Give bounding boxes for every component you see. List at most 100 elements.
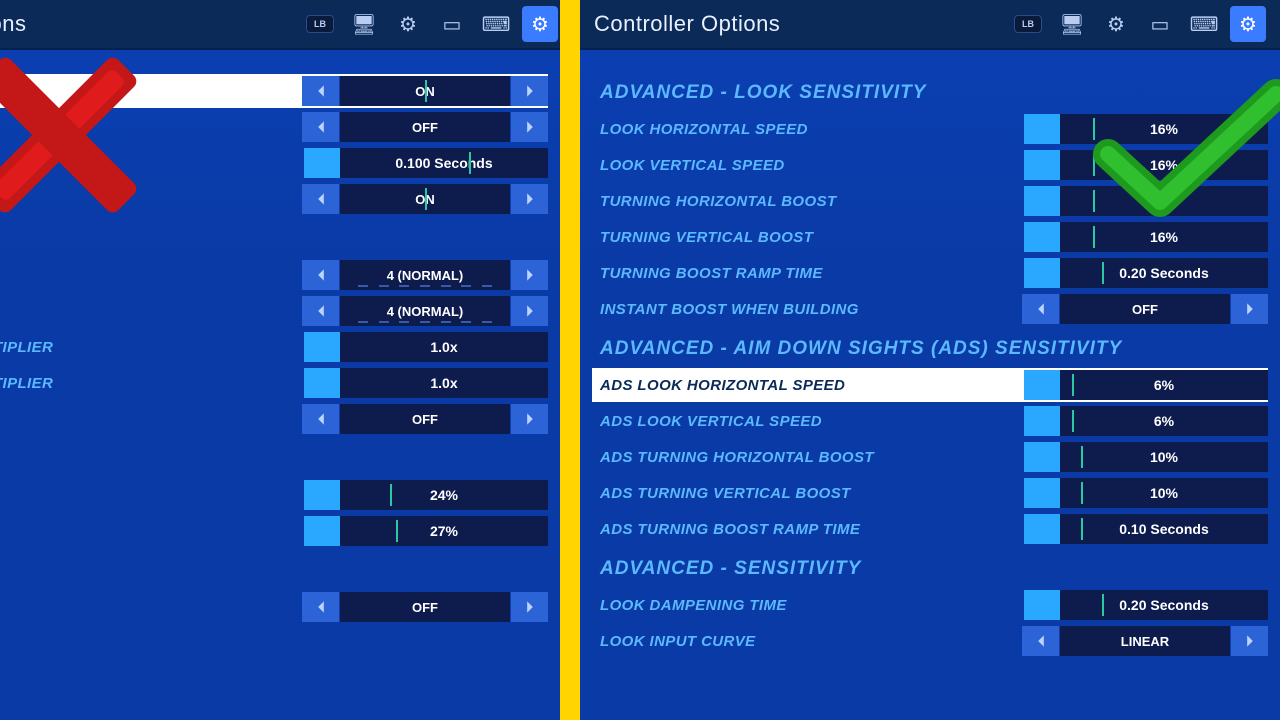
keyboard-icon[interactable]: ⌨ <box>1186 6 1222 42</box>
toggle[interactable]: 4 (NORMAL) <box>302 296 548 326</box>
slider-handle[interactable] <box>304 480 340 510</box>
right-header: Controller Options LB 🖥 ⚙ ▭ ⌨ ⚙ <box>580 0 1280 50</box>
arrow-right-icon[interactable] <box>510 112 548 142</box>
slider-handle[interactable] <box>1024 370 1060 400</box>
window-icon[interactable]: ▭ <box>434 6 470 42</box>
row-instant[interactable]: INSTANT BOOST WHEN BUILDING OFF <box>592 292 1268 326</box>
toggle[interactable]: OFF <box>302 404 548 434</box>
slider[interactable]: 16% <box>1024 222 1268 252</box>
label: LOOK VERTICAL SPEED <box>592 157 1024 174</box>
toggle[interactable]: ON <box>302 184 548 214</box>
display-icon[interactable]: 🖥 <box>1054 6 1090 42</box>
display-icon[interactable]: 🖥 <box>346 6 382 42</box>
label: TURNING VERTICAL BOOST <box>592 229 1024 246</box>
keyboard-icon[interactable]: ⌨ <box>478 6 514 42</box>
gear-icon[interactable]: ⚙ <box>1098 6 1134 42</box>
arrow-left-icon[interactable] <box>302 404 340 434</box>
right-pane: Controller Options LB 🖥 ⚙ ▭ ⌨ ⚙ ADVANCED… <box>580 0 1280 720</box>
arrow-right-icon[interactable] <box>1230 626 1268 656</box>
slider-handle[interactable] <box>1024 406 1060 436</box>
label: TURNING BOOST RAMP TIME <box>592 265 1024 282</box>
slider-handle[interactable] <box>1024 442 1060 472</box>
row-mult2[interactable]: SENSITIVITY MULTIPLIER 1.0x <box>0 366 548 400</box>
slider[interactable]: 0.10 Seconds <box>1024 514 1268 544</box>
value: 6% <box>1154 377 1174 393</box>
arrow-right-icon[interactable] <box>510 404 548 434</box>
slider-handle[interactable] <box>1024 114 1060 144</box>
arrow-right-icon[interactable] <box>510 260 548 290</box>
slider[interactable]: 10% <box>1024 478 1268 508</box>
toggle[interactable]: ON <box>302 76 548 106</box>
wrong-x-icon <box>0 40 154 230</box>
arrow-left-icon[interactable] <box>302 76 340 106</box>
toggle[interactable]: OFF <box>302 592 548 622</box>
value: 4 (NORMAL) <box>387 268 464 283</box>
row-dz1[interactable]: DEADZONE 24% <box>0 478 548 512</box>
arrow-left-icon[interactable] <box>302 592 340 622</box>
slider[interactable]: 24% <box>304 480 548 510</box>
value: 24% <box>430 487 458 503</box>
slider[interactable]: 0.100 Seconds <box>304 148 548 178</box>
slider-handle[interactable] <box>304 368 340 398</box>
slider-handle[interactable] <box>304 516 340 546</box>
row-curve[interactable]: LOOK INPUT CURVE LINEAR <box>592 624 1268 658</box>
slider-handle[interactable] <box>1024 186 1060 216</box>
value: LINEAR <box>1121 634 1169 649</box>
row-dz2[interactable]: DEADZONE 27% <box>0 514 548 548</box>
header-tabs: LB 🖥 ⚙ ▭ ⌨ ⚙ <box>302 6 546 42</box>
row-alh[interactable]: ADS LOOK HORIZONTAL SPEED 6% <box>592 368 1268 402</box>
controller-tab-icon[interactable]: ⚙ <box>522 6 558 42</box>
slider-handle[interactable] <box>304 148 340 178</box>
arrow-left-icon[interactable] <box>302 184 340 214</box>
value: 1.0x <box>430 339 457 355</box>
arrow-right-icon[interactable] <box>510 76 548 106</box>
lb-badge: LB <box>302 6 338 42</box>
slider-handle[interactable] <box>1024 258 1060 288</box>
page-title: Controller Options <box>594 11 1010 37</box>
slider-handle[interactable] <box>1024 590 1060 620</box>
toggle[interactable]: 4 (NORMAL) <box>302 260 548 290</box>
row-atvb[interactable]: ADS TURNING VERTICAL BOOST10% <box>592 476 1268 510</box>
slider-handle[interactable] <box>1024 478 1060 508</box>
slider-handle[interactable] <box>1024 222 1060 252</box>
slider[interactable]: 0.20 Seconds <box>1024 590 1268 620</box>
slider[interactable]: 27% <box>304 516 548 546</box>
arrow-right-icon[interactable] <box>510 184 548 214</box>
row-mult1[interactable]: SENSITIVITY MULTIPLIER 1.0x <box>0 330 548 364</box>
row-damp[interactable]: LOOK DAMPENING TIME0.20 Seconds <box>592 588 1268 622</box>
slider[interactable]: 0.20 Seconds <box>1024 258 1268 288</box>
label: ADS TURNING HORIZONTAL BOOST <box>592 449 1024 466</box>
slider[interactable]: 6% <box>1024 406 1268 436</box>
row-athb[interactable]: ADS TURNING HORIZONTAL BOOST10% <box>592 440 1268 474</box>
slider[interactable]: 10% <box>1024 442 1268 472</box>
arrow-left-icon[interactable] <box>302 296 340 326</box>
value: 4 (NORMAL) <box>387 304 464 319</box>
label: ADS LOOK HORIZONTAL SPEED <box>592 377 1024 394</box>
window-icon[interactable]: ▭ <box>1142 6 1178 42</box>
value: 0.100 Seconds <box>395 155 492 171</box>
arrow-left-icon[interactable] <box>1022 626 1060 656</box>
toggle[interactable]: OFF <box>1022 294 1268 324</box>
arrow-right-icon[interactable] <box>510 296 548 326</box>
gear-icon[interactable]: ⚙ <box>390 6 426 42</box>
toggle[interactable]: LINEAR <box>1022 626 1268 656</box>
arrow-left-icon[interactable] <box>1022 294 1060 324</box>
controller-tab-icon[interactable]: ⚙ <box>1230 6 1266 42</box>
value: 1.0x <box>430 375 457 391</box>
toggle[interactable]: OFF <box>302 112 548 142</box>
slider[interactable]: 6% <box>1024 370 1268 400</box>
value: 0.20 Seconds <box>1119 265 1209 281</box>
correct-check-icon <box>1088 76 1280 226</box>
arrow-left-icon[interactable] <box>302 260 340 290</box>
row-ramp[interactable]: TURNING BOOST RAMP TIME 0.20 Seconds <box>592 256 1268 290</box>
arrow-left-icon[interactable] <box>302 112 340 142</box>
slider-handle[interactable] <box>1024 514 1060 544</box>
slider-handle[interactable] <box>1024 150 1060 180</box>
slider[interactable]: 1.0x <box>304 368 548 398</box>
row-alv[interactable]: ADS LOOK VERTICAL SPEED6% <box>592 404 1268 438</box>
arrow-right-icon[interactable] <box>1230 294 1268 324</box>
slider-handle[interactable] <box>304 332 340 362</box>
slider[interactable]: 1.0x <box>304 332 548 362</box>
row-aramp[interactable]: ADS TURNING BOOST RAMP TIME0.10 Seconds <box>592 512 1268 546</box>
arrow-right-icon[interactable] <box>510 592 548 622</box>
